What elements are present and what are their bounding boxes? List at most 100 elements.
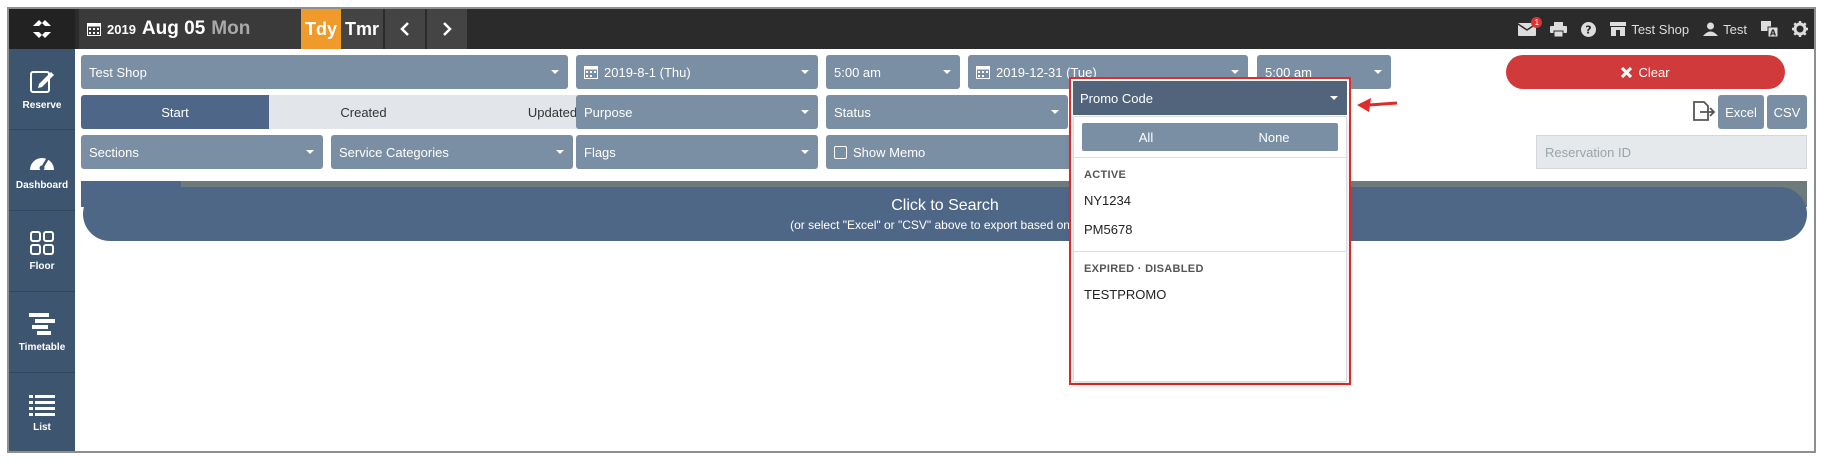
date-day-of-week: Mon xyxy=(211,18,251,39)
select-all-button[interactable]: All xyxy=(1082,123,1210,151)
search-button[interactable]: Click to Search (or select "Excel" or "C… xyxy=(83,187,1807,241)
chevron-down-icon xyxy=(801,110,809,114)
calendar-icon xyxy=(584,65,598,79)
svg-text:?: ? xyxy=(1586,23,1592,36)
language-button[interactable]: A xyxy=(1761,21,1778,37)
notification-badge: 1 xyxy=(1531,16,1543,28)
service-categories-select[interactable]: Service Categories xyxy=(331,135,573,169)
export-icon[interactable] xyxy=(1690,98,1716,124)
nav-label-timetable: Timetable xyxy=(18,341,66,353)
flags-value: Flags xyxy=(584,144,616,160)
tab-created[interactable]: Created xyxy=(269,95,458,129)
start-time-select[interactable]: 5:00 am xyxy=(826,55,960,89)
nav-dashboard[interactable]: Dashboard xyxy=(9,130,75,211)
promo-option-pm5678[interactable]: PM5678 xyxy=(1084,222,1132,237)
reservation-id-placeholder: Reservation ID xyxy=(1545,144,1631,160)
arrow-left-icon xyxy=(1357,98,1398,112)
select-none-button[interactable]: None xyxy=(1210,123,1338,151)
printer-icon xyxy=(1550,21,1568,37)
status-select[interactable]: Status xyxy=(826,95,1068,129)
sections-select[interactable]: Sections xyxy=(81,135,323,169)
divider xyxy=(1074,251,1346,252)
status-value: Status xyxy=(834,104,871,120)
promo-code-highlight: Promo Code All None ACTIVE NY1234 PM5678… xyxy=(1069,77,1351,385)
app-logo[interactable] xyxy=(9,9,75,49)
nav-label-reserve: Reserve xyxy=(22,99,62,111)
promo-code-select[interactable]: Promo Code xyxy=(1073,81,1347,115)
svg-text:A: A xyxy=(1770,29,1777,38)
select-all-none: All None xyxy=(1082,123,1338,151)
tomorrow-button[interactable]: Tmr xyxy=(341,9,383,49)
nav-timetable[interactable]: Timetable xyxy=(9,292,75,373)
user-menu[interactable]: Test xyxy=(1703,22,1747,37)
flags-select[interactable]: Flags xyxy=(576,135,818,169)
date-year: 2019 xyxy=(107,21,136,37)
chevron-down-icon xyxy=(1374,70,1382,74)
chevron-left-icon xyxy=(400,22,409,36)
next-day-button[interactable] xyxy=(427,9,467,49)
nav-floor[interactable]: Floor xyxy=(9,211,75,292)
calendar-icon xyxy=(87,23,101,36)
reservation-id-input[interactable]: Reservation ID xyxy=(1536,135,1807,169)
start-date-value: 2019-8-1 (Thu) xyxy=(604,64,691,80)
group-title-active: ACTIVE xyxy=(1084,169,1127,181)
help-button[interactable]: ? xyxy=(1581,21,1597,37)
promo-code-menu: All None ACTIVE NY1234 PM5678 EXPIRED · … xyxy=(1073,116,1347,382)
chevron-down-icon xyxy=(551,70,559,74)
shop-select-value: Test Shop xyxy=(89,64,147,80)
checkbox-icon[interactable] xyxy=(834,145,847,159)
topbar-right: 1 ? Test Shop Test A xyxy=(1518,9,1808,49)
logo-icon xyxy=(33,20,51,38)
date-picker[interactable]: 2019 Aug 05 Mon xyxy=(79,9,301,49)
edit-icon xyxy=(30,70,54,93)
nav-reserve[interactable]: Reserve xyxy=(9,49,75,130)
purpose-select[interactable]: Purpose xyxy=(576,95,818,129)
chevron-down-icon xyxy=(1330,96,1338,100)
mail-button[interactable]: 1 xyxy=(1518,16,1543,36)
gear-icon xyxy=(1792,21,1808,37)
start-date-select[interactable]: 2019-8-1 (Thu) xyxy=(576,55,818,89)
group-title-expired-disabled: EXPIRED · DISABLED xyxy=(1084,263,1204,275)
help-icon: ? xyxy=(1581,21,1597,37)
timetable-icon xyxy=(29,312,55,335)
calendar-icon xyxy=(976,65,990,79)
chevron-right-icon xyxy=(443,22,452,36)
translate-icon: A xyxy=(1761,21,1778,37)
gauge-icon xyxy=(30,156,54,170)
csv-button[interactable]: CSV xyxy=(1767,95,1807,129)
main-content: Test Shop 2019-8-1 (Thu) 5:00 am 2019-12… xyxy=(75,49,1814,451)
settings-button[interactable] xyxy=(1792,21,1808,37)
shop-icon xyxy=(1610,22,1627,36)
excel-button[interactable]: Excel xyxy=(1718,95,1764,129)
sections-value: Sections xyxy=(89,144,139,160)
nav-list[interactable]: List xyxy=(9,373,75,451)
chevron-down-icon xyxy=(306,150,314,154)
chevron-down-icon xyxy=(1231,70,1239,74)
top-bar: 2019 Aug 05 Mon Tdy Tmr 1 ? Test Shop Te… xyxy=(9,9,1814,49)
app-frame: 2019 Aug 05 Mon Tdy Tmr 1 ? Test Shop Te… xyxy=(7,7,1816,453)
list-icon xyxy=(29,395,55,416)
date-main: Aug 05 xyxy=(141,18,206,39)
search-button-label: Click to Search xyxy=(891,196,999,214)
shop-name: Test Shop xyxy=(1631,21,1690,37)
service-categories-value: Service Categories xyxy=(339,144,449,160)
chevron-down-icon xyxy=(801,150,809,154)
shop-select[interactable]: Test Shop xyxy=(81,55,568,89)
print-button[interactable] xyxy=(1550,21,1568,37)
promo-code-value: Promo Code xyxy=(1080,90,1153,106)
shop-selector[interactable]: Test Shop xyxy=(1610,22,1689,37)
grid-icon xyxy=(30,230,54,255)
divider xyxy=(1074,157,1346,158)
prev-day-button[interactable] xyxy=(385,9,425,49)
user-icon xyxy=(1703,22,1719,36)
promo-option-ny1234[interactable]: NY1234 xyxy=(1084,193,1131,208)
start-time-value: 5:00 am xyxy=(834,64,881,80)
clear-button-label: Clear xyxy=(1638,64,1670,80)
nav-label-floor: Floor xyxy=(29,260,55,272)
tab-start[interactable]: Start xyxy=(81,95,269,129)
side-nav: Reserve Dashboard Floor Timetable List xyxy=(9,49,75,451)
clear-button[interactable]: Clear xyxy=(1506,55,1785,89)
promo-option-testpromo[interactable]: TESTPROMO xyxy=(1084,287,1166,302)
today-button[interactable]: Tdy xyxy=(301,9,341,49)
chevron-down-icon xyxy=(556,150,564,154)
